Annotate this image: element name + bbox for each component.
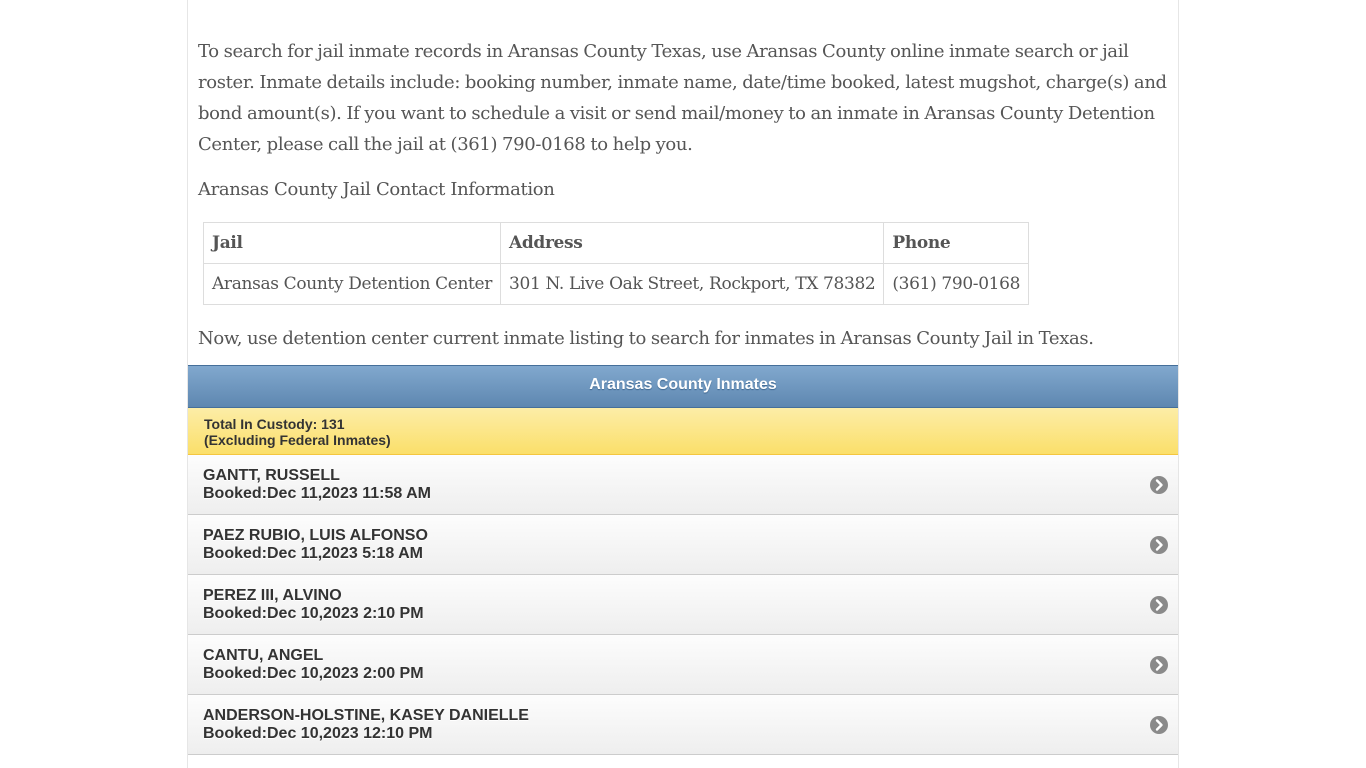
header-address: Address [500, 222, 885, 264]
inmate-row[interactable]: GANTT, RUSSELL Booked:Dec 11,2023 11:58 … [188, 455, 1178, 515]
custody-note: (Excluding Federal Inmates) [204, 432, 391, 448]
custody-summary: Total In Custody: 131 (Excluding Federal… [188, 408, 1178, 455]
contact-heading: Aransas County Jail Contact Information [198, 179, 555, 200]
chevron-right-circle-icon [1150, 656, 1168, 674]
inmate-booked: Booked:Dec 10,2023 2:10 PM [203, 605, 424, 622]
listing-note: Now, use detention center current inmate… [198, 328, 1094, 349]
intro-paragraph: To search for jail inmate records in Ara… [198, 41, 1167, 155]
page-container: To search for jail inmate records in Ara… [187, 0, 1179, 768]
inmate-row[interactable]: ANDERSON-HOLSTINE, KASEY DANIELLE Booked… [188, 695, 1178, 755]
inmate-row[interactable]: PEREZ III, ALVINO Booked:Dec 10,2023 2:1… [188, 575, 1178, 635]
inmate-booked: Booked:Dec 11,2023 5:18 AM [203, 545, 423, 562]
chevron-right-circle-icon [1150, 716, 1168, 734]
inmate-name: PEREZ III, ALVINO [203, 587, 342, 604]
inmate-name: GANTT, RUSSELL [203, 467, 340, 484]
contact-table-header-row: Jail Address Phone [202, 222, 1030, 264]
header-phone: Phone [883, 222, 1030, 264]
contact-table-row: Aransas County Detention Center 301 N. L… [202, 263, 1030, 305]
inmate-booked: Booked:Dec 11,2023 11:58 AM [203, 485, 431, 502]
chevron-right-circle-icon [1150, 536, 1168, 554]
custody-total: Total In Custody: 131 [204, 416, 345, 432]
inmate-name: CANTU, ANGEL [203, 647, 324, 664]
chevron-right-circle-icon [1150, 596, 1168, 614]
inmate-row[interactable]: CANTU, ANGEL Booked:Dec 10,2023 2:00 PM [188, 635, 1178, 695]
inmates-header: Aransas County Inmates [188, 365, 1178, 408]
inmate-booked: Booked:Dec 10,2023 12:10 PM [203, 725, 433, 742]
chevron-right-circle-icon [1150, 476, 1168, 494]
cell-phone: (361) 790-0168 [883, 263, 1030, 305]
inmate-name: PAEZ RUBIO, LUIS ALFONSO [203, 527, 428, 544]
inmate-row[interactable]: PAEZ RUBIO, LUIS ALFONSO Booked:Dec 11,2… [188, 515, 1178, 575]
cell-address: 301 N. Live Oak Street, Rockport, TX 783… [500, 263, 885, 305]
cell-jail: Aransas County Detention Center [202, 263, 502, 305]
inmate-name: ANDERSON-HOLSTINE, KASEY DANIELLE [203, 707, 529, 724]
inmate-booked: Booked:Dec 10,2023 2:00 PM [203, 665, 424, 682]
inmate-listing: Aransas County Inmates Total In Custody:… [188, 365, 1178, 755]
contact-table: Jail Address Phone Aransas County Detent… [202, 222, 1030, 305]
header-jail: Jail [202, 222, 502, 264]
